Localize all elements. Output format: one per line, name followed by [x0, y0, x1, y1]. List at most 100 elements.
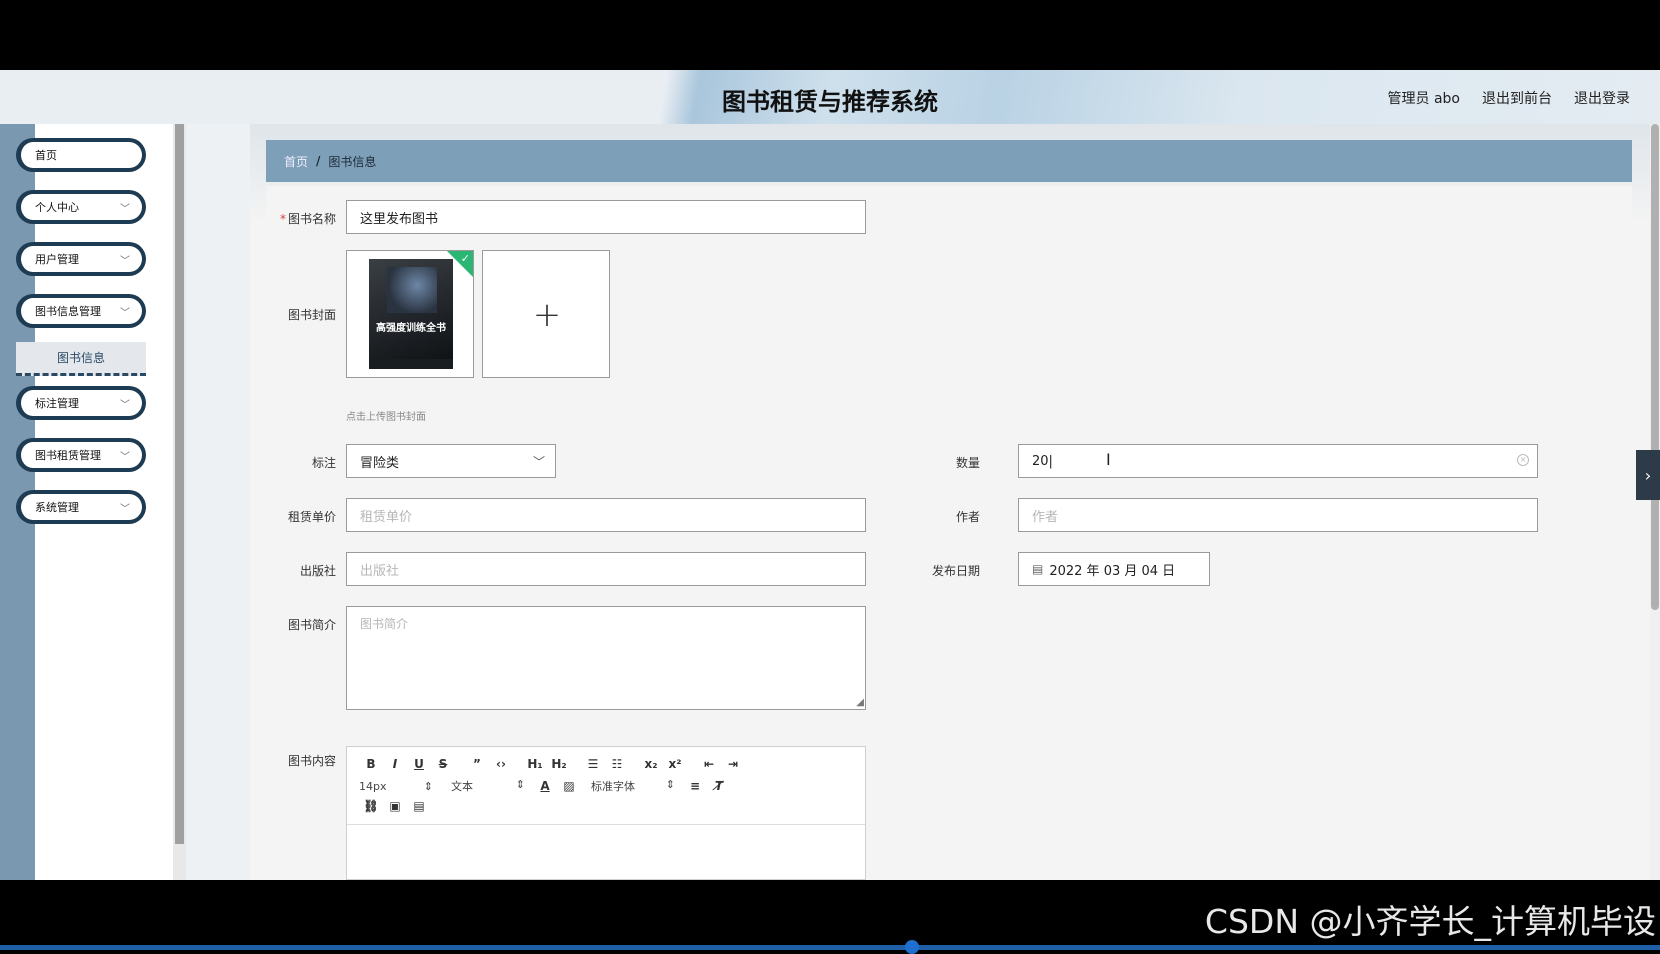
cover-strip — [369, 359, 453, 369]
sidebar-item-label: 系统管理 — [35, 501, 79, 514]
publish-date-label: 发布日期 — [931, 564, 980, 578]
app-window: 图书租赁与推荐系统 管理员 abo 退出到前台 退出登录 首页 个人中心 ﹀ 用户… — [0, 70, 1660, 880]
price-label: 租赁单价 — [287, 510, 336, 524]
breadcrumb-current: 图书信息 — [328, 154, 377, 169]
chevron-down-icon: ﹀ — [120, 504, 130, 515]
sidebar-item-system[interactable]: 系统管理 ﹀ — [16, 490, 146, 524]
select-arrows-icon: ⇕ — [665, 778, 675, 791]
font-size-value: 14px — [359, 779, 387, 793]
cover-thumbnail[interactable]: 高强度训练全书 ✓ — [346, 250, 474, 378]
tag-label: 标注 — [311, 456, 336, 470]
breadcrumb-separator: / — [316, 154, 321, 168]
image-icon[interactable]: ▣ — [383, 799, 407, 813]
price-input[interactable]: 租赁单价 — [346, 498, 866, 532]
intro-textarea[interactable]: 图书简介 ◢ — [346, 606, 866, 710]
sidebar-scroll-thumb[interactable] — [175, 124, 184, 844]
sidebar-item-label: 标注管理 — [35, 397, 79, 410]
subscript-icon[interactable]: x₂ — [639, 757, 663, 771]
video-progress-bar[interactable] — [0, 945, 1660, 950]
intro-label: 图书简介 — [287, 618, 336, 632]
sidebar-item-label: 用户管理 — [35, 253, 79, 266]
outdent-icon[interactable]: ⇤ — [697, 757, 721, 771]
tag-select[interactable]: 冒险类 ﹀ — [346, 444, 556, 478]
main-panel: 首页 / 图书信息 *图书名称 这里发布图书 图书封面 高强度训练全书 ✓ + — [250, 124, 1660, 880]
chevron-down-icon: ﹀ — [120, 308, 130, 319]
book-cover-image: 高强度训练全书 — [369, 259, 453, 369]
underline-icon[interactable]: U — [407, 757, 431, 771]
select-arrows-icon: ⇕ — [423, 779, 433, 793]
chevron-down-icon: ﹀ — [120, 256, 130, 267]
video-progress-handle[interactable] — [905, 940, 919, 954]
sidebar-item-users[interactable]: 用户管理 ﹀ — [16, 242, 146, 276]
chevron-right-icon[interactable]: › — [1636, 450, 1660, 500]
cover-upload-button[interactable]: + — [482, 250, 610, 378]
publisher-input[interactable]: 出版社 — [346, 552, 866, 586]
ordered-list-icon[interactable]: ☰ — [581, 757, 605, 771]
video-icon[interactable]: ▤ — [407, 799, 431, 813]
clear-format-icon[interactable]: T̸ — [707, 779, 731, 793]
author-label: 作者 — [955, 510, 980, 524]
superscript-icon[interactable]: x² — [663, 757, 687, 771]
publish-date-picker[interactable]: ▤ 2022 年 03 月 04 日 — [1018, 552, 1210, 586]
text-caret: | — [1048, 453, 1053, 469]
content-label: 图书内容 — [287, 754, 336, 768]
main-scroll-thumb[interactable] — [1651, 124, 1659, 610]
logout-link[interactable]: 退出登录 — [1574, 88, 1630, 108]
publisher-label: 出版社 — [299, 564, 336, 578]
font-family-select[interactable]: 标准字体 ⇕ — [591, 778, 683, 794]
sidebar-item-label: 首页 — [35, 149, 57, 162]
editor-toolbar: B I U S ” ‹› H₁ H₂ ☰ ☷ x₂ x² ⇤ ⇥ 14px ⇕ … — [347, 747, 865, 825]
font-color-icon[interactable]: A — [533, 779, 557, 793]
publish-date-value: 2022 年 03 月 04 日 — [1049, 563, 1176, 579]
heading1-icon[interactable]: H₁ — [523, 757, 547, 771]
chevron-down-icon: ﹀ — [120, 452, 130, 463]
clear-icon[interactable]: × — [1517, 454, 1529, 466]
sidebar-item-label: 图书租赁管理 — [35, 449, 101, 462]
bold-icon[interactable]: B — [359, 757, 383, 771]
upload-hint: 点击上传图书封面 — [346, 412, 426, 423]
select-arrows-icon: ⇕ — [515, 778, 525, 791]
sidebar-item-home[interactable]: 首页 — [16, 138, 146, 172]
cover-book-title: 高强度训练全书 — [376, 323, 446, 334]
align-icon[interactable]: ≡ — [683, 779, 707, 793]
sidebar-item-book-info[interactable]: 图书信息管理 ﹀ — [16, 294, 146, 328]
book-name-label-text: 图书名称 — [287, 212, 336, 226]
background-color-icon[interactable]: ▨ — [557, 779, 581, 793]
toolbar-row-2: 14px ⇕ 文本 ⇕ A ▨ 标准字体 ⇕ ≡ T̸ — [359, 778, 731, 794]
sidebar-item-rentals[interactable]: 图书租赁管理 ﹀ — [16, 438, 146, 472]
sidebar-item-tags[interactable]: 标注管理 ﹀ — [16, 386, 146, 420]
author-input[interactable]: 作者 — [1018, 498, 1538, 532]
sidebar-item-label: 图书信息管理 — [35, 305, 101, 318]
plus-icon: + — [532, 295, 562, 335]
header: 图书租赁与推荐系统 管理员 abo 退出到前台 退出登录 — [0, 70, 1660, 124]
heading2-icon[interactable]: H₂ — [547, 757, 571, 771]
tag-select-value: 冒险类 — [360, 455, 400, 471]
book-name-input[interactable]: 这里发布图书 — [346, 200, 866, 234]
indent-icon[interactable]: ⇥ — [721, 757, 745, 771]
admin-label: 管理员 abo — [1387, 91, 1460, 107]
code-icon[interactable]: ‹› — [489, 757, 513, 771]
exit-front-link[interactable]: 退出到前台 — [1482, 88, 1552, 108]
blockquote-icon[interactable]: ” — [465, 757, 489, 771]
strikethrough-icon[interactable]: S — [431, 757, 455, 771]
bullet-list-icon[interactable]: ☷ — [605, 757, 629, 771]
video-top-bar — [0, 0, 1660, 70]
toolbar-row-1: B I U S ” ‹› H₁ H₂ ☰ ☷ x₂ x² ⇤ ⇥ — [359, 757, 745, 771]
quantity-input[interactable]: 20 | × — [1018, 444, 1538, 478]
italic-icon[interactable]: I — [383, 757, 407, 771]
breadcrumb-home[interactable]: 首页 — [284, 153, 308, 170]
breadcrumb: 首页 / 图书信息 — [266, 140, 1632, 182]
chevron-down-icon: ﹀ — [532, 455, 545, 469]
rich-text-editor: B I U S ” ‹› H₁ H₂ ☰ ☷ x₂ x² ⇤ ⇥ 14px ⇕ … — [346, 746, 866, 880]
cover-figure — [387, 267, 437, 313]
font-size-select[interactable]: 14px ⇕ — [359, 780, 441, 793]
resize-handle-icon[interactable]: ◢ — [856, 697, 864, 708]
sidebar-item-personal[interactable]: 个人中心 ﹀ — [16, 190, 146, 224]
form-area: * 图书名称 这里发布图书 图书封面 高强度训练全书 ✓ + 点击上传图书封面 标… — [266, 186, 1632, 880]
text-type-select[interactable]: 文本 ⇕ — [451, 778, 533, 794]
link-icon[interactable]: ⛓ — [359, 799, 383, 813]
sidebar-subitem-book-info[interactable]: 图书信息 — [16, 342, 146, 376]
quantity-value: 20 — [1032, 453, 1049, 469]
intro-placeholder: 图书简介 — [360, 617, 409, 631]
book-name-label: * 图书名称 — [279, 212, 336, 226]
